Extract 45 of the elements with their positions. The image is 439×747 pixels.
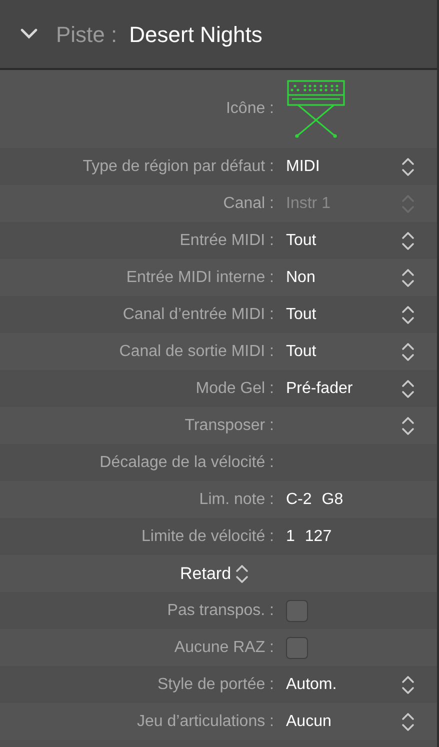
- field-label: Jeu d’articulations :: [136, 712, 275, 732]
- field-label: Canal d’entrée MIDI :: [122, 304, 275, 324]
- field-label: Pas transpos. :: [166, 600, 275, 620]
- popup-value[interactable]: Non: [286, 266, 401, 290]
- field-label: Limite de vélocité :: [140, 526, 275, 546]
- popup-value[interactable]: Pré-fader: [286, 376, 401, 400]
- stepper-icon[interactable]: [235, 562, 250, 584]
- popup-value[interactable]: Tout: [286, 302, 401, 326]
- range-low-value[interactable]: C-2: [286, 488, 312, 512]
- track-name: Desert Nights: [129, 20, 262, 49]
- field-label: Mode Gel :: [194, 378, 275, 398]
- field-label: Entrée MIDI :: [178, 230, 275, 250]
- field-label: Style de portée :: [156, 674, 275, 694]
- field-label: Transposer :: [184, 416, 275, 436]
- field-label: Lim. note :: [198, 490, 275, 510]
- checkbox[interactable]: [286, 636, 308, 658]
- stepper-icon[interactable]: [401, 710, 415, 732]
- stepper-icon[interactable]: [401, 230, 415, 252]
- popup-value[interactable]: Tout: [286, 340, 401, 364]
- stepper-icon[interactable]: [401, 674, 415, 696]
- stepper-icon[interactable]: [401, 340, 415, 362]
- field-label: Aucune RAZ :: [173, 638, 275, 658]
- range-low-value[interactable]: 1: [286, 524, 295, 548]
- popup-value[interactable]: Tout: [286, 228, 401, 252]
- retard-disclosure[interactable]: Retard: [180, 560, 250, 586]
- field-label: Décalage de la vélocité :: [98, 452, 275, 472]
- stepper-icon[interactable]: [401, 266, 415, 288]
- popup-value[interactable]: Autom.: [286, 672, 401, 696]
- stepper-icon[interactable]: [401, 304, 415, 326]
- field-label: Type de région par défaut :: [82, 156, 275, 176]
- disclosure-chevron-icon[interactable]: [20, 28, 38, 40]
- keyboard-stand-icon[interactable]: [286, 79, 346, 139]
- field-label: Canal :: [222, 194, 275, 214]
- field-label: Canal de sortie MIDI :: [118, 342, 275, 362]
- field-label: Icône :: [224, 99, 275, 119]
- popup-value[interactable]: MIDI: [286, 154, 401, 178]
- stepper-icon[interactable]: [401, 378, 415, 400]
- stepper-icon[interactable]: [401, 156, 415, 178]
- section-label: Piste :: [56, 20, 118, 48]
- range-high-value[interactable]: 127: [304, 524, 332, 548]
- field-label: Entrée MIDI interne :: [125, 268, 275, 288]
- popup-value[interactable]: Aucun: [286, 710, 401, 734]
- range-high-value[interactable]: G8: [322, 488, 344, 512]
- stepper-icon[interactable]: [401, 414, 415, 436]
- checkbox[interactable]: [286, 600, 308, 622]
